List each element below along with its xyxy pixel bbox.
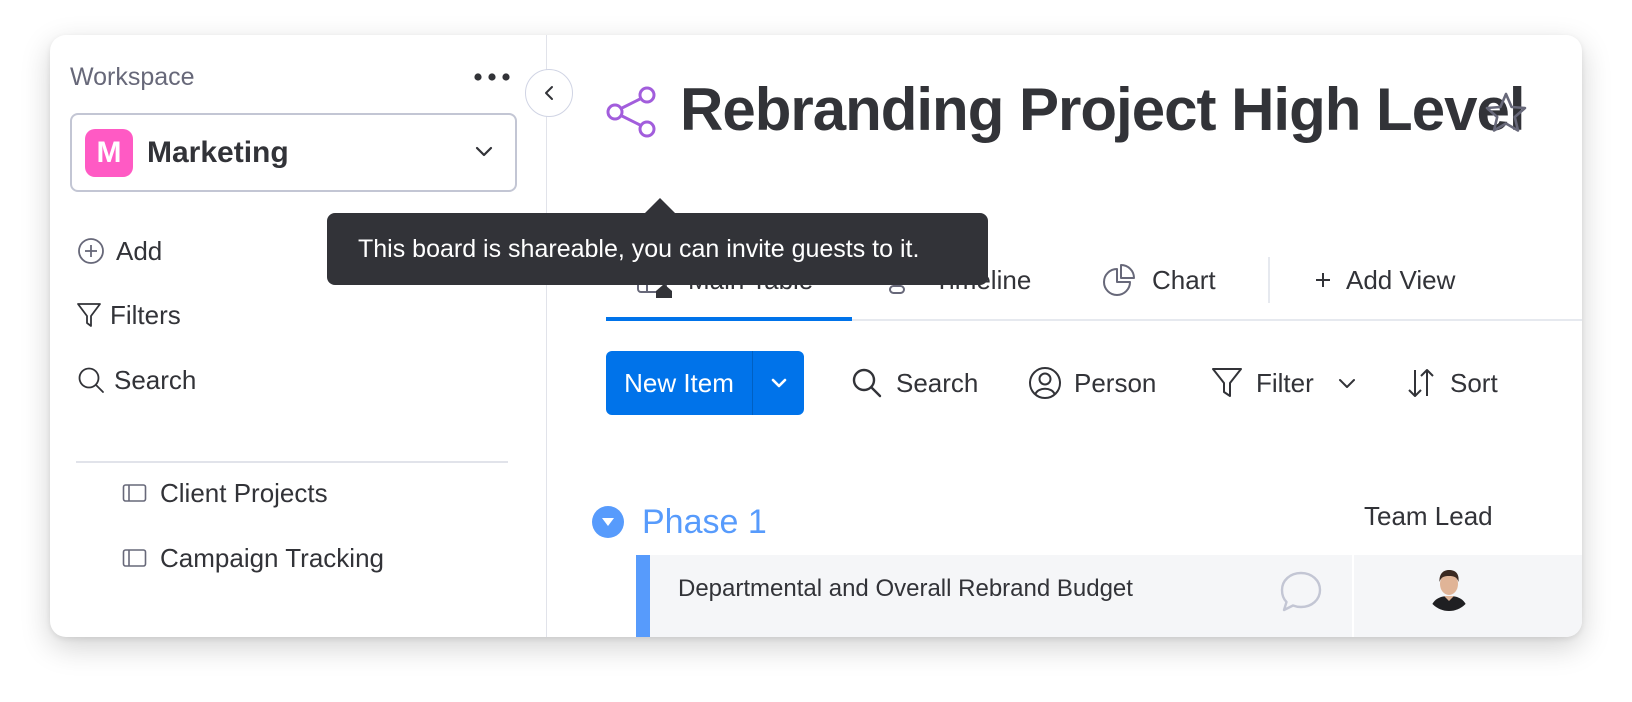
cell-divider: [1352, 555, 1354, 637]
new-item-button[interactable]: New Item: [606, 351, 804, 415]
search-icon: [850, 366, 884, 400]
sidebar-add-button[interactable]: Add: [76, 231, 162, 271]
filter-icon: [1210, 366, 1244, 400]
chevron-down-icon: [473, 141, 495, 168]
table-row[interactable]: Departmental and Overall Rebrand Budget: [636, 555, 1582, 637]
tab-chart[interactable]: Chart: [1100, 241, 1216, 319]
new-item-label: New Item: [624, 367, 734, 398]
chevron-down-icon[interactable]: [1336, 372, 1358, 394]
add-view-label: Add View: [1346, 264, 1456, 295]
share-icon[interactable]: [604, 85, 658, 139]
star-icon[interactable]: [1483, 90, 1529, 136]
workspace-avatar: M: [85, 128, 133, 177]
workspace-selector[interactable]: M Marketing: [70, 113, 517, 192]
sidebar-add-label: Add: [116, 235, 163, 266]
sort-icon: [1404, 366, 1438, 400]
sidebar: Workspace M Marketing Add Filters Search…: [50, 35, 547, 637]
person-label: Person: [1074, 367, 1157, 398]
plus-icon: [1312, 261, 1334, 299]
group-header[interactable]: Phase 1: [592, 497, 767, 547]
workspace-more-icon[interactable]: [468, 61, 516, 93]
sidebar-board-label: Campaign Tracking: [160, 542, 384, 573]
item-name[interactable]: Departmental and Overall Rebrand Budget: [678, 575, 1133, 603]
filter-button[interactable]: Filter: [1210, 351, 1358, 415]
column-header-team-lead[interactable]: Team Lead: [1364, 501, 1493, 532]
chevron-left-icon: [545, 86, 553, 100]
sidebar-board-campaign-tracking[interactable]: Campaign Tracking: [122, 538, 384, 578]
new-item-dropdown-button[interactable]: [752, 351, 804, 415]
search-button[interactable]: Search: [850, 351, 978, 415]
search-label: Search: [896, 367, 979, 398]
tab-separator: [1268, 257, 1270, 303]
sidebar-filters-label: Filters: [110, 299, 181, 330]
sidebar-search-label: Search: [114, 364, 197, 395]
sidebar-divider: [76, 461, 508, 463]
sidebar-filters-button[interactable]: Filters: [76, 295, 181, 335]
add-view-button[interactable]: Add View: [1312, 241, 1455, 319]
filter-icon: [76, 300, 102, 330]
active-tab-indicator: [606, 317, 852, 321]
person-avatar[interactable]: [1426, 565, 1472, 611]
search-icon: [76, 365, 106, 395]
sidebar-board-label: Client Projects: [160, 477, 328, 508]
board-icon: [122, 549, 147, 567]
board-main: Rebranding Project High Level Main Table…: [548, 35, 1582, 637]
group-collapse-icon[interactable]: [592, 506, 624, 538]
app-window: Workspace M Marketing Add Filters Search…: [50, 35, 1582, 637]
group-title[interactable]: Phase 1: [642, 503, 767, 542]
sort-button[interactable]: Sort: [1404, 351, 1498, 415]
sidebar-board-client-projects[interactable]: Client Projects: [122, 473, 328, 513]
tab-label: Chart: [1152, 264, 1216, 295]
sort-label: Sort: [1450, 367, 1498, 398]
share-tooltip: This board is shareable, you can invite …: [327, 213, 988, 285]
filter-label: Filter: [1256, 367, 1314, 398]
person-icon: [1028, 366, 1062, 400]
comment-icon[interactable]: [1278, 569, 1324, 615]
board-icon: [122, 484, 147, 502]
plus-circle-icon: [76, 236, 106, 266]
person-filter-button[interactable]: Person: [1028, 351, 1156, 415]
board-toolbar: New Item Search Person Filter Sort: [606, 351, 1582, 415]
chevron-down-icon: [771, 378, 786, 388]
pie-chart-icon: [1100, 261, 1138, 299]
tooltip-arrow: [644, 198, 676, 214]
board-title[interactable]: Rebranding Project High Level: [680, 75, 1525, 144]
collapse-sidebar-button[interactable]: [525, 69, 573, 117]
sidebar-search-button[interactable]: Search: [76, 360, 196, 400]
workspace-label: Workspace: [70, 63, 195, 91]
workspace-name: Marketing: [147, 135, 289, 169]
